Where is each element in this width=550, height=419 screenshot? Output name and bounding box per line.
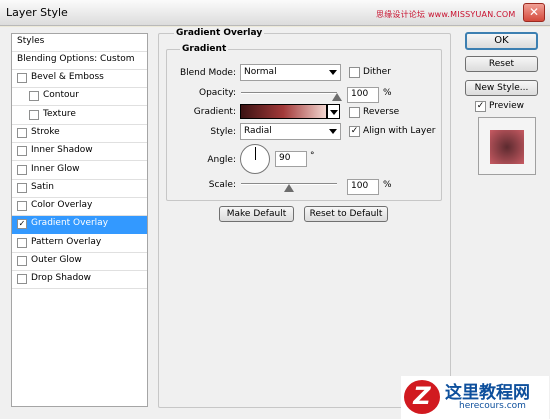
angle-label: Angle: [207, 155, 236, 165]
stroke-checkbox[interactable] [17, 127, 27, 138]
blend-mode-select[interactable]: Normal [240, 64, 341, 81]
inner-shadow-checkbox[interactable] [17, 146, 27, 157]
style-label: Style: [210, 127, 236, 137]
preview-label: Preview [489, 101, 525, 111]
style-item-label: Texture [43, 108, 76, 119]
style-item-label: Color Overlay [31, 200, 93, 211]
blend-mode-label: Blend Mode: [179, 68, 236, 78]
scale-input[interactable]: 100 [347, 179, 379, 195]
chevron-down-icon [330, 110, 338, 115]
chevron-down-icon [329, 70, 337, 75]
new-style-button[interactable]: New Style... [465, 80, 538, 96]
style-item-bevel-emboss[interactable]: Bevel & Emboss [12, 70, 147, 88]
gradient-dropdown-button[interactable] [327, 104, 340, 119]
texture-checkbox[interactable] [29, 109, 39, 120]
logo-z-icon: Z [404, 380, 440, 414]
logo-text: 这里教程网 [445, 383, 530, 403]
reverse-label: Reverse [363, 107, 400, 117]
dither-checkbox[interactable] [349, 67, 360, 78]
style-select[interactable]: Radial [240, 123, 341, 140]
styles-header[interactable]: Styles [12, 34, 147, 52]
contour-checkbox[interactable] [29, 91, 39, 102]
styles-list: Styles Blending Options: Custom Bevel & … [11, 33, 148, 407]
preview-box [478, 117, 536, 175]
angle-input[interactable]: 90 [275, 151, 307, 167]
style-item-contour[interactable]: Contour [12, 88, 147, 107]
watermark-text: 思缘设计论坛 www.MISSYUAN.COM [376, 10, 516, 19]
angle-unit: ° [310, 151, 315, 161]
gradient-swatch[interactable] [240, 104, 327, 119]
styles-header-label: Styles [17, 36, 45, 46]
scale-slider-thumb[interactable] [284, 184, 294, 192]
style-item-label: Inner Shadow [31, 145, 93, 156]
drop-shadow-checkbox[interactable] [17, 274, 27, 285]
blending-options-label: Blending Options: Custom [17, 54, 135, 64]
style-item-stroke[interactable]: Stroke [12, 125, 147, 143]
close-icon: ✕ [528, 5, 540, 19]
preview-checkbox[interactable]: ✓ [475, 101, 486, 112]
style-item-gradient-overlay[interactable]: ✓ Gradient Overlay [12, 216, 147, 235]
style-item-outer-glow[interactable]: Outer Glow [12, 253, 147, 271]
reverse-checkbox[interactable] [349, 107, 360, 118]
preview-swatch [490, 130, 524, 164]
angle-dial[interactable] [240, 144, 270, 174]
opacity-slider-thumb[interactable] [332, 93, 342, 101]
scale-unit: % [383, 180, 392, 190]
style-item-label: Contour [43, 90, 79, 101]
site-logo: Z 这里教程网 herecours.com [401, 376, 549, 419]
satin-checkbox[interactable] [17, 182, 27, 193]
color-overlay-checkbox[interactable] [17, 201, 27, 212]
style-item-drop-shadow[interactable]: Drop Shadow [12, 271, 147, 290]
style-item-label: Pattern Overlay [31, 236, 102, 247]
opacity-slider-track[interactable] [241, 92, 337, 94]
make-default-button[interactable]: Make Default [219, 206, 294, 222]
dither-label: Dither [363, 67, 391, 77]
title-bar: Layer Style 思缘设计论坛 www.MISSYUAN.COM ✕ [0, 0, 550, 26]
inner-glow-checkbox[interactable] [17, 164, 27, 175]
style-item-inner-glow[interactable]: Inner Glow [12, 162, 147, 180]
blending-options-item[interactable]: Blending Options: Custom [12, 52, 147, 70]
style-item-label: Stroke [31, 126, 60, 137]
reset-button[interactable]: Reset [465, 56, 538, 72]
opacity-label: Opacity: [199, 88, 236, 98]
opacity-input[interactable]: 100 [347, 87, 379, 103]
style-item-label: Outer Glow [31, 255, 82, 265]
style-item-label: Satin [31, 181, 54, 192]
scale-label: Scale: [208, 180, 236, 190]
window-title: Layer Style [6, 6, 68, 19]
gradient-overlay-checkbox[interactable]: ✓ [17, 219, 27, 230]
logo-url: herecours.com [459, 401, 526, 411]
style-item-label: Bevel & Emboss [31, 72, 104, 82]
style-item-satin[interactable]: Satin [12, 180, 147, 198]
blend-mode-value: Normal [244, 67, 277, 77]
outer-glow-checkbox[interactable] [17, 256, 27, 266]
style-item-label: Inner Glow [31, 163, 80, 174]
chevron-down-icon [329, 129, 337, 134]
close-button[interactable]: ✕ [523, 3, 545, 22]
bevel-emboss-checkbox[interactable] [17, 73, 27, 83]
style-item-texture[interactable]: Texture [12, 107, 147, 125]
style-item-pattern-overlay[interactable]: Pattern Overlay [12, 235, 147, 253]
gradient-group-title: Gradient [180, 44, 229, 54]
style-item-label: Gradient Overlay [31, 218, 109, 229]
style-value: Radial [244, 126, 272, 136]
reset-to-default-button[interactable]: Reset to Default [304, 206, 388, 222]
style-item-label: Drop Shadow [31, 273, 92, 284]
pattern-overlay-checkbox[interactable] [17, 237, 27, 248]
opacity-unit: % [383, 88, 392, 98]
angle-dial-needle [255, 147, 256, 160]
align-with-layer-checkbox[interactable]: ✓ [349, 126, 360, 137]
gradient-label: Gradient: [193, 107, 236, 117]
ok-button[interactable]: OK [465, 32, 538, 50]
panel-title: Gradient Overlay [174, 28, 265, 38]
style-item-inner-shadow[interactable]: Inner Shadow [12, 143, 147, 162]
align-with-layer-label: Align with Layer [363, 126, 436, 136]
style-item-color-overlay[interactable]: Color Overlay [12, 198, 147, 217]
